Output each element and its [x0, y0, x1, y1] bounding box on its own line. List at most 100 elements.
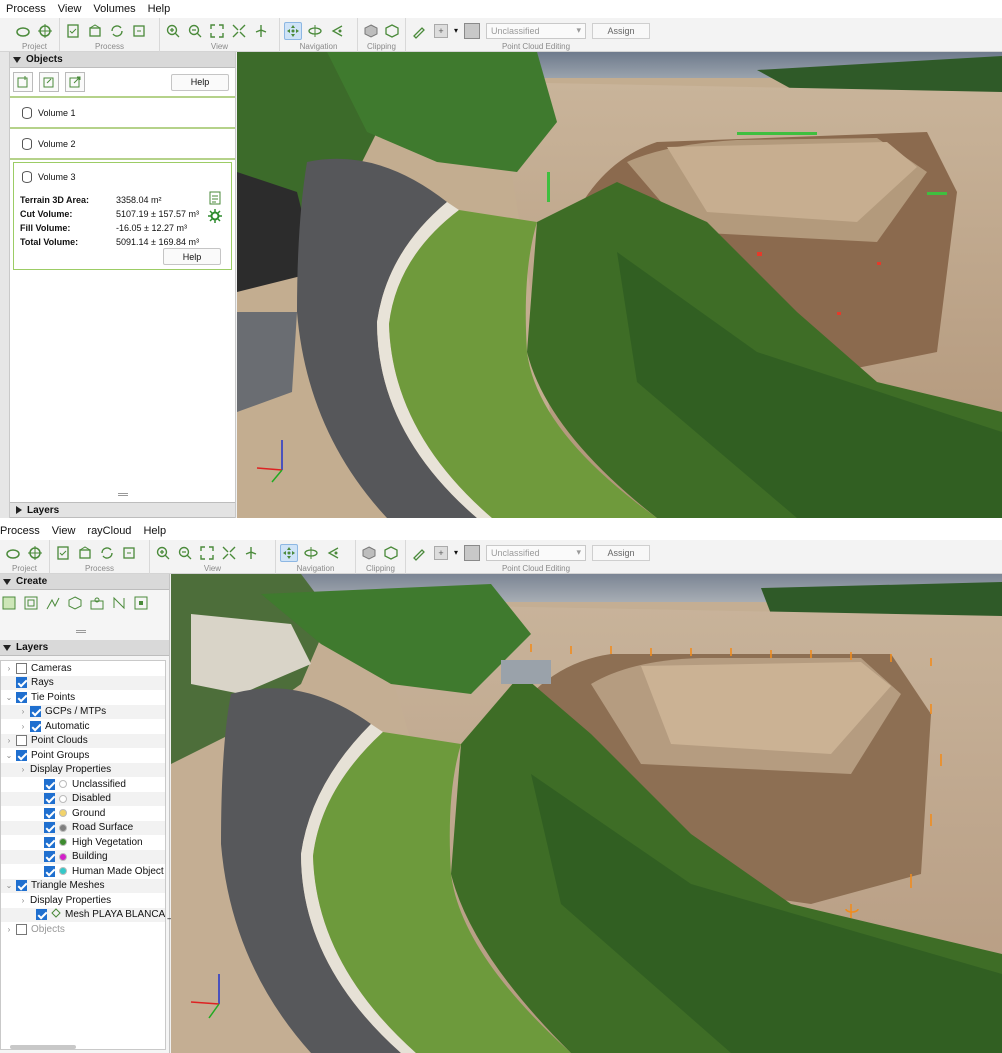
chevron-right-icon[interactable]: ›	[19, 765, 27, 774]
chevron-right-icon[interactable]: ›	[19, 707, 27, 716]
reprocess-icon[interactable]	[130, 22, 148, 40]
box-icon[interactable]	[86, 22, 104, 40]
layer-row[interactable]: › Automatic	[1, 719, 165, 734]
add-class-icon[interactable]: +	[434, 23, 448, 38]
create-volume-icon[interactable]	[67, 595, 83, 611]
chevron-right-icon[interactable]: ›	[5, 925, 13, 934]
layer-checkbox[interactable]	[44, 851, 55, 863]
layer-row[interactable]: Mesh PLAYA BLANCA _s	[1, 907, 178, 922]
layer-checkbox[interactable]	[36, 909, 47, 921]
layers-section-header[interactable]: Layers	[10, 502, 235, 518]
layer-checkbox[interactable]	[30, 706, 41, 718]
layer-checkbox[interactable]	[44, 778, 55, 790]
zoom-in-icon[interactable]	[164, 22, 182, 40]
menu-volumes[interactable]: Volumes	[93, 3, 135, 15]
layer-row[interactable]: › Display Properties	[1, 762, 165, 777]
layer-checkbox[interactable]	[16, 749, 27, 761]
refresh-icon[interactable]	[108, 22, 126, 40]
reprocess-icon[interactable]	[120, 544, 138, 562]
layer-row[interactable]: › Point Clouds	[1, 733, 165, 748]
clip-box-edit-icon[interactable]	[382, 544, 400, 562]
collapse-icon[interactable]	[220, 544, 238, 562]
report-icon[interactable]	[209, 191, 221, 207]
pan-navigation-icon[interactable]	[284, 21, 302, 40]
volume-help-button[interactable]: Help	[163, 248, 221, 265]
trackball-navigation-icon[interactable]	[324, 544, 342, 562]
layer-row[interactable]: High Vegetation	[1, 835, 165, 850]
assign-button[interactable]: Assign	[592, 22, 651, 39]
menu-raycloud[interactable]: rayCloud	[87, 525, 131, 537]
volume-item-selected[interactable]: Volume 3	[14, 163, 231, 191]
menu-process[interactable]: Process	[6, 3, 46, 15]
assign-button[interactable]: Assign	[592, 544, 651, 561]
zoom-extents-icon[interactable]	[198, 544, 216, 562]
layer-checkbox[interactable]	[16, 677, 27, 689]
cloud-icon[interactable]	[4, 544, 22, 562]
layer-checkbox[interactable]	[44, 822, 55, 834]
gear-icon[interactable]	[208, 209, 222, 225]
layer-row[interactable]: ⌄ Triangle Meshes	[1, 878, 165, 893]
objects-section-header[interactable]: Objects	[10, 52, 235, 68]
menu-view[interactable]: View	[52, 525, 76, 537]
chevron-down-icon[interactable]: ⌄	[5, 881, 13, 890]
add-class-icon[interactable]: +	[434, 545, 448, 560]
zoom-out-icon[interactable]	[186, 22, 204, 40]
chevron-right-icon[interactable]: ›	[5, 736, 13, 745]
brush-icon[interactable]	[410, 544, 428, 562]
refresh-icon[interactable]	[98, 544, 116, 562]
create-polyline-icon[interactable]	[45, 595, 61, 611]
layer-checkbox[interactable]	[16, 880, 27, 892]
volume-item[interactable]: Volume 1	[10, 98, 235, 129]
collapse-icon[interactable]	[230, 22, 248, 40]
zoom-out-icon[interactable]	[176, 544, 194, 562]
clip-box-edit-icon[interactable]	[384, 22, 402, 40]
layer-checkbox[interactable]	[16, 923, 27, 935]
checklist-icon[interactable]	[64, 22, 82, 40]
trackball-navigation-icon[interactable]	[328, 22, 346, 40]
layer-row[interactable]: › Cameras	[1, 661, 165, 676]
checklist-icon[interactable]	[54, 544, 72, 562]
new-volume-icon[interactable]	[13, 72, 33, 92]
layer-row[interactable]: › GCPs / MTPs	[1, 704, 165, 719]
layer-row[interactable]: ⌄ Tie Points	[1, 690, 165, 705]
chevron-down-icon[interactable]: ⌄	[5, 751, 13, 760]
create-section-header[interactable]: Create	[0, 574, 169, 590]
3d-viewport[interactable]	[237, 52, 1002, 518]
chevron-right-icon[interactable]: ›	[5, 664, 13, 673]
layer-checkbox[interactable]	[16, 735, 27, 747]
chevron-right-icon[interactable]: ›	[19, 722, 27, 731]
layer-checkbox[interactable]	[44, 865, 55, 877]
chevron-down-icon[interactable]: ▾	[454, 26, 458, 35]
layer-row[interactable]: Ground	[1, 806, 165, 821]
class-color-swatch[interactable]	[464, 544, 481, 561]
layer-row[interactable]: Building	[1, 849, 165, 864]
3d-viewport[interactable]	[171, 574, 1002, 1053]
menu-process[interactable]: Process	[0, 525, 40, 537]
menu-help[interactable]: Help	[148, 3, 171, 15]
class-select[interactable]: Unclassified ▾	[486, 22, 587, 39]
layer-row[interactable]: Unclassified	[1, 777, 165, 792]
layers-section-header[interactable]: Layers	[0, 640, 169, 656]
layer-row[interactable]: Road Surface	[1, 820, 165, 835]
chevron-right-icon[interactable]: ›	[19, 896, 27, 905]
chevron-down-icon[interactable]: ⌄	[5, 693, 13, 702]
panel-splitter[interactable]	[118, 493, 128, 496]
orbit-navigation-icon[interactable]	[306, 22, 324, 40]
orbit-navigation-icon[interactable]	[302, 544, 320, 562]
zoom-in-icon[interactable]	[154, 544, 172, 562]
layer-row[interactable]: Rays	[1, 675, 165, 690]
pan-navigation-icon[interactable]	[280, 543, 298, 562]
fly-icon[interactable]	[242, 544, 260, 562]
create-measure-icon[interactable]	[89, 595, 105, 611]
target-icon[interactable]	[36, 22, 54, 40]
layer-row[interactable]: ⌄ Point Groups	[1, 748, 165, 763]
menu-view[interactable]: View	[58, 3, 82, 15]
horizontal-scrollbar[interactable]	[10, 1045, 76, 1049]
layer-checkbox[interactable]	[16, 662, 27, 674]
volume-item[interactable]: Volume 2	[10, 129, 235, 160]
layer-checkbox[interactable]	[44, 793, 55, 805]
box-icon[interactable]	[76, 544, 94, 562]
clip-box-icon[interactable]	[360, 544, 378, 562]
create-plane-icon[interactable]	[1, 595, 17, 611]
brush-icon[interactable]	[410, 22, 428, 40]
